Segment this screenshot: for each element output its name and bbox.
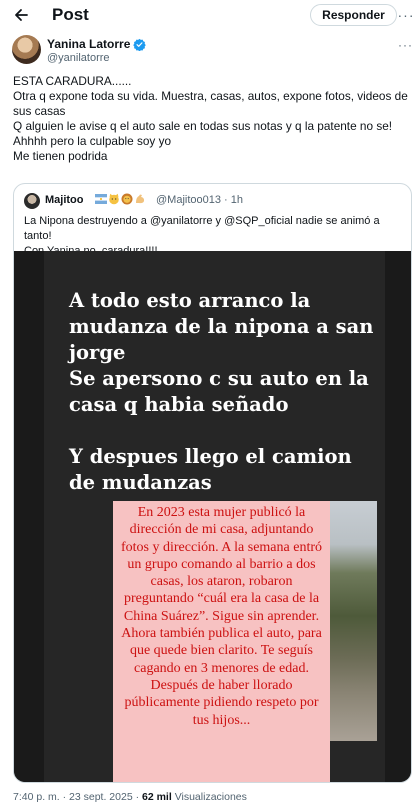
post-timestamp[interactable]: 7:40 p. m. · 23 sept. 2025 · — [13, 791, 142, 803]
lion-face-icon — [121, 193, 133, 205]
quote-text-line: La Nipona destruyendo a @yanilatorre y @… — [24, 215, 380, 242]
post-metadata: 7:40 p. m. · 23 sept. 2025 · 62 mil Visu… — [13, 791, 247, 803]
cat-face-icon — [109, 193, 119, 205]
quote-author-avatar — [24, 193, 40, 209]
flexed-arm-icon — [136, 194, 145, 204]
verified-badge-icon — [133, 38, 147, 51]
street-photo — [330, 501, 377, 741]
post-line: Otra q expone toda su vida. Muestra, cas… — [13, 89, 408, 118]
quote-handle-time: @Majitoo013 · 1h — [156, 194, 243, 206]
author-name-row[interactable]: Yanina Latorre — [47, 37, 147, 51]
argentina-flag-icon — [95, 194, 107, 204]
quoted-post[interactable]: Majitoo @Majitoo013 · 1h La Nipona destr… — [13, 183, 412, 783]
top-bar: Post Responder ··· — [0, 0, 420, 30]
post-line: Q alguien le avise q el auto sale en tod… — [13, 119, 393, 133]
image-heading: A todo esto arranco la mudanza de la nip… — [69, 289, 374, 364]
media-right-border — [385, 251, 411, 782]
back-arrow-icon[interactable] — [10, 4, 32, 26]
more-options-icon[interactable]: ··· — [398, 4, 414, 26]
quote-author-emojis — [95, 193, 146, 205]
post-line: ESTA CARADURA...... — [13, 74, 132, 88]
views-label: Visualizaciones — [171, 791, 247, 803]
author-avatar[interactable] — [12, 35, 41, 64]
post-line: Ahhhh pero la culpable soy yo — [13, 134, 172, 148]
quote-media-image[interactable]: A todo esto arranco la mudanza de la nip… — [14, 251, 411, 782]
page-title: Post — [52, 5, 89, 24]
post-text: ESTA CARADURA...... Otra q expone toda s… — [13, 74, 415, 164]
reply-button[interactable]: Responder — [310, 4, 397, 26]
quote-author-name: Majitoo — [45, 194, 84, 206]
views-count: 62 mil — [142, 791, 172, 803]
post-more-options-icon[interactable]: ··· — [398, 38, 413, 52]
media-left-border — [14, 251, 44, 782]
author-handle[interactable]: @yanilatorre — [47, 52, 110, 64]
image-note-text: En 2023 esta mujer publicó la dirección … — [113, 501, 330, 782]
image-heading: Se apersono c su auto en la casa q habia… — [69, 367, 369, 416]
image-heading: Y despues llego el camion de mudanzas — [69, 445, 352, 494]
author-name[interactable]: Yanina Latorre — [47, 37, 130, 51]
post-line: Me tienen podrida — [13, 149, 108, 163]
